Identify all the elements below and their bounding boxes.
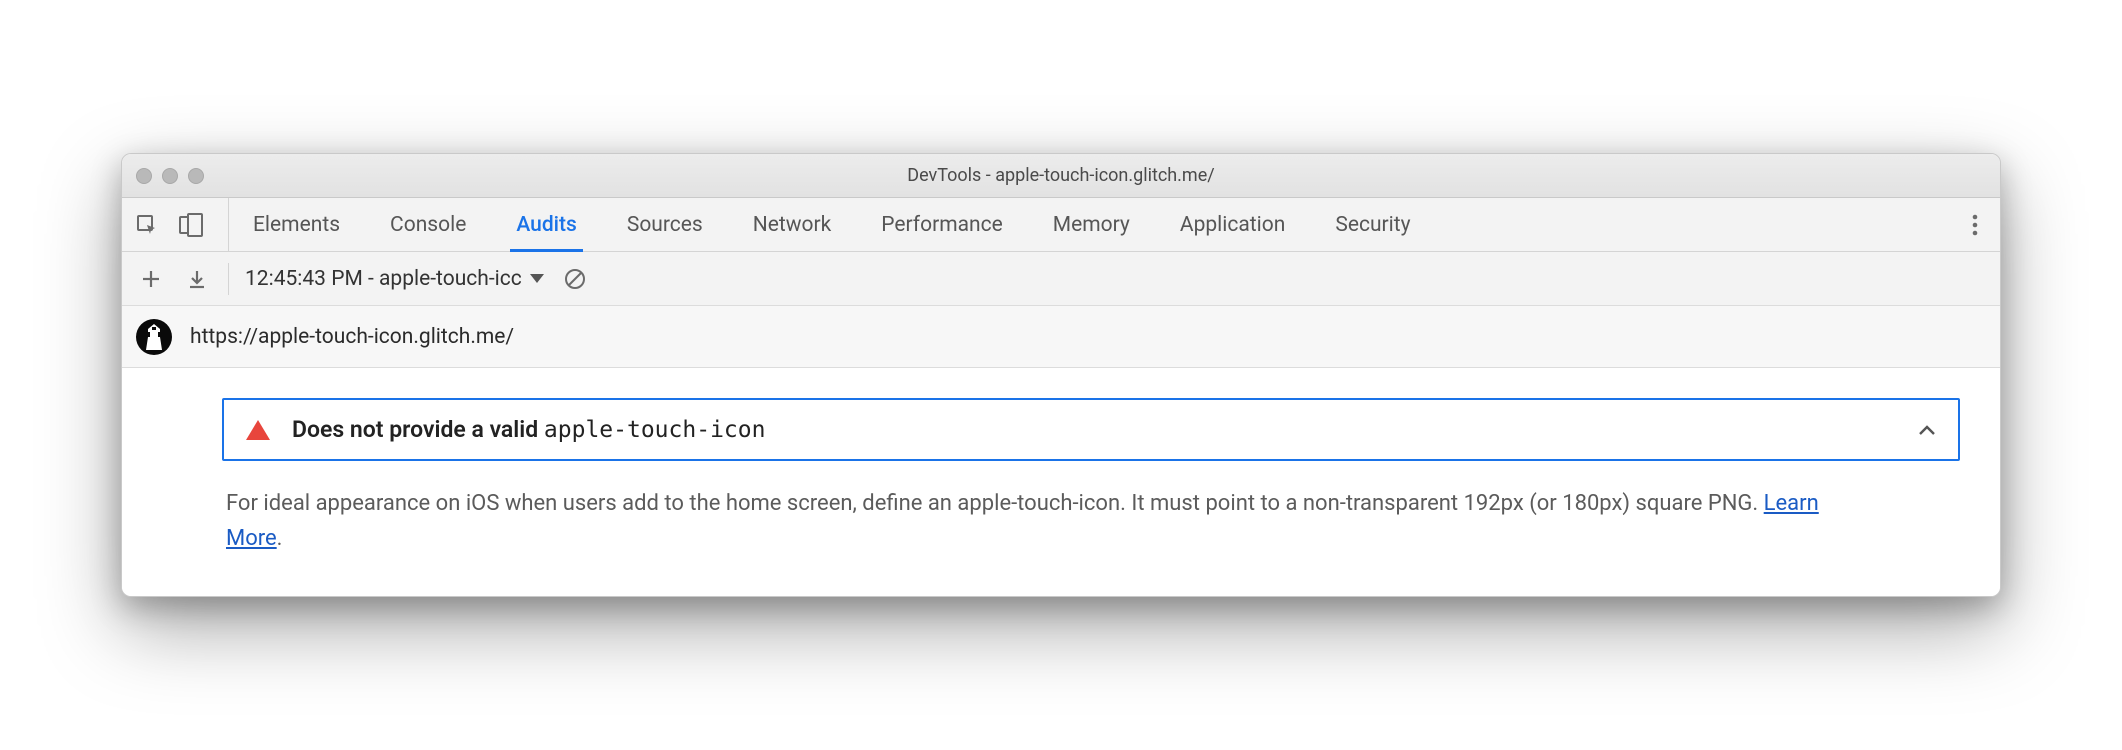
audit-description-text: For ideal appearance on iOS when users a… (226, 491, 1764, 516)
audit-title: Does not provide a valid apple-touch-ico… (292, 416, 1918, 443)
audit-content: Does not provide a valid apple-touch-ico… (122, 368, 2000, 595)
inspect-element-icon[interactable] (132, 210, 162, 240)
chevron-down-icon (530, 274, 544, 283)
audit-item[interactable]: Does not provide a valid apple-touch-ico… (222, 398, 1960, 461)
panel-tabs-row: Elements Console Audits Sources Network … (122, 198, 2000, 252)
audit-description-period: . (277, 526, 283, 551)
inspect-controls (132, 198, 229, 251)
report-selector-label: 12:45:43 PM - apple-touch-icc (245, 267, 522, 291)
tab-elements[interactable]: Elements (251, 198, 342, 251)
tab-console[interactable]: Console (388, 198, 468, 251)
lighthouse-icon (136, 319, 172, 355)
tab-security[interactable]: Security (1333, 198, 1412, 251)
audit-title-code: apple-touch-icon (544, 417, 766, 443)
tab-performance[interactable]: Performance (879, 198, 1004, 251)
audit-description: For ideal appearance on iOS when users a… (222, 487, 1822, 555)
clear-report-icon[interactable] (560, 264, 590, 294)
more-menu-icon[interactable] (1960, 210, 1990, 240)
zoom-window-button[interactable] (188, 168, 204, 184)
audit-title-prefix: Does not provide a valid (292, 416, 544, 443)
toolbar-divider (228, 263, 229, 295)
tab-sources[interactable]: Sources (625, 198, 705, 251)
window-title: DevTools - apple-touch-icon.glitch.me/ (122, 165, 2000, 186)
close-window-button[interactable] (136, 168, 152, 184)
audit-url: https://apple-touch-icon.glitch.me/ (190, 325, 514, 349)
devtools-window: DevTools - apple-touch-icon.glitch.me/ E… (121, 153, 2001, 596)
new-audit-icon[interactable] (136, 264, 166, 294)
report-selector[interactable]: 12:45:43 PM - apple-touch-icc (245, 267, 544, 291)
chevron-up-icon (1918, 424, 1936, 436)
tab-memory[interactable]: Memory (1051, 198, 1132, 251)
audits-toolbar: 12:45:43 PM - apple-touch-icc (122, 252, 2000, 306)
tab-application[interactable]: Application (1178, 198, 1287, 251)
tab-network[interactable]: Network (751, 198, 834, 251)
tab-audits[interactable]: Audits (514, 198, 578, 251)
audit-url-row: https://apple-touch-icon.glitch.me/ (122, 306, 2000, 368)
panel-tabs: Elements Console Audits Sources Network … (251, 198, 1950, 251)
download-report-icon[interactable] (182, 264, 212, 294)
device-toolbar-icon[interactable] (176, 210, 206, 240)
window-controls (122, 168, 204, 184)
minimize-window-button[interactable] (162, 168, 178, 184)
titlebar: DevTools - apple-touch-icon.glitch.me/ (122, 154, 2000, 198)
fail-triangle-icon (246, 420, 270, 440)
